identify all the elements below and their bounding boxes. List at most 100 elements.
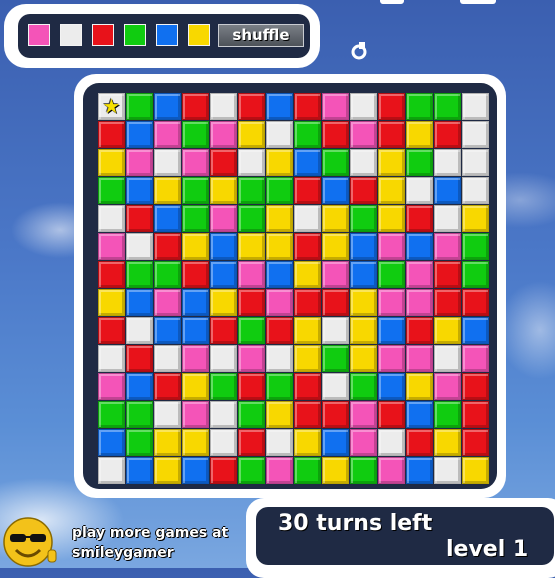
tile[interactable] [238,149,265,176]
tile[interactable] [434,177,461,204]
tile[interactable] [266,261,293,288]
tile[interactable] [126,93,153,120]
tile[interactable] [462,93,489,120]
tile[interactable] [238,345,265,372]
tile[interactable] [294,289,321,316]
tile[interactable] [350,177,377,204]
tile[interactable] [294,345,321,372]
tile[interactable] [210,457,237,484]
tile[interactable] [350,93,377,120]
tile[interactable] [294,205,321,232]
tile[interactable] [98,317,125,344]
tile[interactable] [182,401,209,428]
tile[interactable] [406,429,433,456]
tile[interactable] [378,345,405,372]
tile[interactable] [98,205,125,232]
tile[interactable] [238,205,265,232]
tile[interactable] [154,429,181,456]
tile[interactable] [154,373,181,400]
tile[interactable] [266,401,293,428]
tile[interactable] [378,373,405,400]
tile[interactable] [126,177,153,204]
tile[interactable] [350,289,377,316]
tile[interactable] [350,261,377,288]
tile[interactable] [462,289,489,316]
tile[interactable] [210,345,237,372]
tile[interactable] [322,289,349,316]
tile[interactable] [154,177,181,204]
tile[interactable] [406,373,433,400]
tile[interactable] [406,261,433,288]
tile[interactable] [126,149,153,176]
tile[interactable] [98,149,125,176]
tile[interactable] [462,177,489,204]
tile[interactable] [238,429,265,456]
tile[interactable] [154,233,181,260]
tile[interactable] [182,289,209,316]
tile[interactable] [462,317,489,344]
tile[interactable] [238,401,265,428]
tile[interactable] [350,205,377,232]
tile[interactable] [322,177,349,204]
tile[interactable] [322,317,349,344]
tile[interactable] [350,457,377,484]
tile[interactable] [350,345,377,372]
tile[interactable] [294,121,321,148]
tile[interactable] [462,457,489,484]
tile[interactable] [154,457,181,484]
tile[interactable] [266,317,293,344]
tile[interactable] [434,373,461,400]
tile[interactable] [434,345,461,372]
tile[interactable] [434,121,461,148]
tile[interactable] [210,401,237,428]
tile[interactable] [182,121,209,148]
tile[interactable] [406,401,433,428]
tile[interactable] [462,233,489,260]
tile[interactable] [238,289,265,316]
tile[interactable] [350,317,377,344]
tile[interactable] [434,233,461,260]
tile[interactable] [210,93,237,120]
promo-text[interactable]: play more games at smileygamer [72,523,242,563]
tile[interactable] [322,149,349,176]
tile[interactable] [98,429,125,456]
tile[interactable] [378,457,405,484]
tile[interactable] [126,205,153,232]
tile[interactable] [154,261,181,288]
tile[interactable] [182,429,209,456]
tile[interactable] [406,93,433,120]
tile[interactable] [322,401,349,428]
tile[interactable] [406,233,433,260]
tile[interactable] [238,317,265,344]
swatch-red[interactable] [92,24,114,46]
tile[interactable] [350,121,377,148]
tile[interactable] [154,345,181,372]
tile[interactable] [406,205,433,232]
tile[interactable] [98,373,125,400]
tile[interactable] [182,457,209,484]
tile[interactable] [294,373,321,400]
tile[interactable] [322,93,349,120]
tile[interactable] [98,457,125,484]
tile[interactable] [266,429,293,456]
tile[interactable] [406,177,433,204]
tile[interactable] [462,401,489,428]
tile[interactable] [378,93,405,120]
tile[interactable] [126,457,153,484]
tile[interactable] [434,289,461,316]
tile[interactable] [182,233,209,260]
tile[interactable] [434,205,461,232]
tile[interactable] [154,401,181,428]
tile[interactable] [210,289,237,316]
shuffle-button[interactable]: shuffle [218,24,304,47]
tile[interactable] [126,289,153,316]
tile[interactable] [462,261,489,288]
tile[interactable] [322,429,349,456]
tile[interactable] [210,121,237,148]
tile[interactable] [350,373,377,400]
tile[interactable] [434,93,461,120]
tile[interactable] [126,373,153,400]
tile[interactable] [238,457,265,484]
tile[interactable] [462,121,489,148]
tile[interactable] [266,457,293,484]
